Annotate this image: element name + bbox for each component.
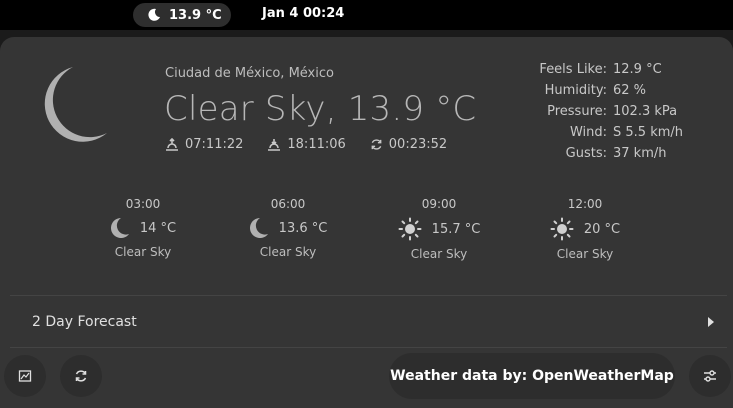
settings-sliders-icon <box>704 370 716 382</box>
hourly-forecast-item: 12:00 20 °C Clear Sky <box>530 197 640 261</box>
refresh-icon <box>75 370 87 382</box>
sunset-time: 18:11:06 <box>287 137 346 152</box>
hour-condition: Clear Sky <box>259 245 317 259</box>
weather-indicator[interactable]: 13.9 °C <box>133 3 231 27</box>
detail-label: Pressure: <box>547 104 607 119</box>
hour-condition: Clear Sky <box>556 247 614 261</box>
location-label: Ciudad de México, México <box>165 66 334 81</box>
sun-icon <box>398 217 422 241</box>
chevron-right-icon <box>708 317 714 327</box>
hour-time: 12:00 <box>567 197 603 211</box>
refresh-button[interactable] <box>60 355 102 397</box>
detail-value: 12.9 °C <box>613 62 662 77</box>
hour-time: 06:00 <box>270 197 306 211</box>
refresh-icon <box>371 139 382 150</box>
hour-temp: 13.6 °C <box>278 220 328 236</box>
weather-panel: Ciudad de México, México Clear Sky, 13.9… <box>0 37 733 408</box>
detail-label: Humidity: <box>544 83 607 98</box>
detail-row: Humidity: 62 % <box>520 80 683 101</box>
sun-icon <box>550 217 574 241</box>
current-summary: Clear Sky, 13.9 °C <box>164 89 477 129</box>
detail-label: Wind: <box>569 125 607 140</box>
settings-button[interactable] <box>689 355 731 397</box>
detail-label: Feels Like: <box>539 62 607 77</box>
detail-row: Wind: S 5.5 km/h <box>520 122 683 143</box>
moon-icon <box>110 218 129 238</box>
hour-condition: Clear Sky <box>114 245 172 259</box>
weather-app-icon <box>18 370 32 382</box>
two-day-forecast-expander[interactable]: 2 Day Forecast <box>0 296 733 348</box>
hour-time: 03:00 <box>125 197 161 211</box>
detail-value: 37 km/h <box>613 146 667 161</box>
hour-condition: Clear Sky <box>410 247 468 261</box>
detail-label: Gusts: <box>565 146 607 161</box>
hour-temp: 14 °C <box>139 220 177 236</box>
hour-temp: 15.7 °C <box>431 221 481 237</box>
hour-temp: 20 °C <box>583 221 621 237</box>
sunset-icon <box>268 138 281 151</box>
hourly-forecast-item: 06:00 13.6 °C Clear Sky <box>233 197 343 259</box>
detail-value: 62 % <box>613 83 647 98</box>
crescent-moon-icon <box>44 67 107 142</box>
detail-value: 102.3 kPa <box>613 104 678 119</box>
detail-row: Feels Like: 12.9 °C <box>520 59 683 80</box>
detail-value: S 5.5 km/h <box>613 125 684 140</box>
moon-icon <box>148 8 160 21</box>
indicator-temp: 13.9 °C <box>169 7 222 23</box>
sunrise-icon <box>166 137 178 151</box>
hourly-forecast-item: 03:00 14 °C Clear Sky <box>88 197 198 259</box>
hour-time: 09:00 <box>421 197 457 211</box>
sun-times: 07:11:22 18:11:06 00:23:52 <box>165 137 471 152</box>
sunset: 18:11:06 <box>267 137 346 152</box>
sunrise: 07:11:22 <box>165 137 243 152</box>
divider <box>10 347 727 348</box>
attribution-button[interactable]: Weather data by: OpenWeatherMap <box>389 353 675 399</box>
refresh-time: 00:23:52 <box>388 137 448 152</box>
top-bar: 13.9 °C Jan 4 00:24 <box>0 0 733 30</box>
attribution-label: Weather data by: OpenWeatherMap <box>390 368 674 384</box>
moon-icon <box>249 218 268 238</box>
forecast-label: 2 Day Forecast <box>32 314 137 330</box>
hourly-forecast-item: 09:00 15.7 °C Clear Sky <box>384 197 494 261</box>
open-weather-app-button[interactable] <box>4 355 46 397</box>
detail-row: Gusts: 37 km/h <box>520 143 683 164</box>
sunrise-time: 07:11:22 <box>185 137 244 152</box>
weather-details: Feels Like: 12.9 °C Humidity: 62 % Pressur… <box>520 59 683 164</box>
last-refresh: 00:23:52 <box>370 137 447 152</box>
detail-row: Pressure: 102.3 kPa <box>520 101 683 122</box>
clock[interactable]: Jan 4 00:24 <box>262 6 344 21</box>
